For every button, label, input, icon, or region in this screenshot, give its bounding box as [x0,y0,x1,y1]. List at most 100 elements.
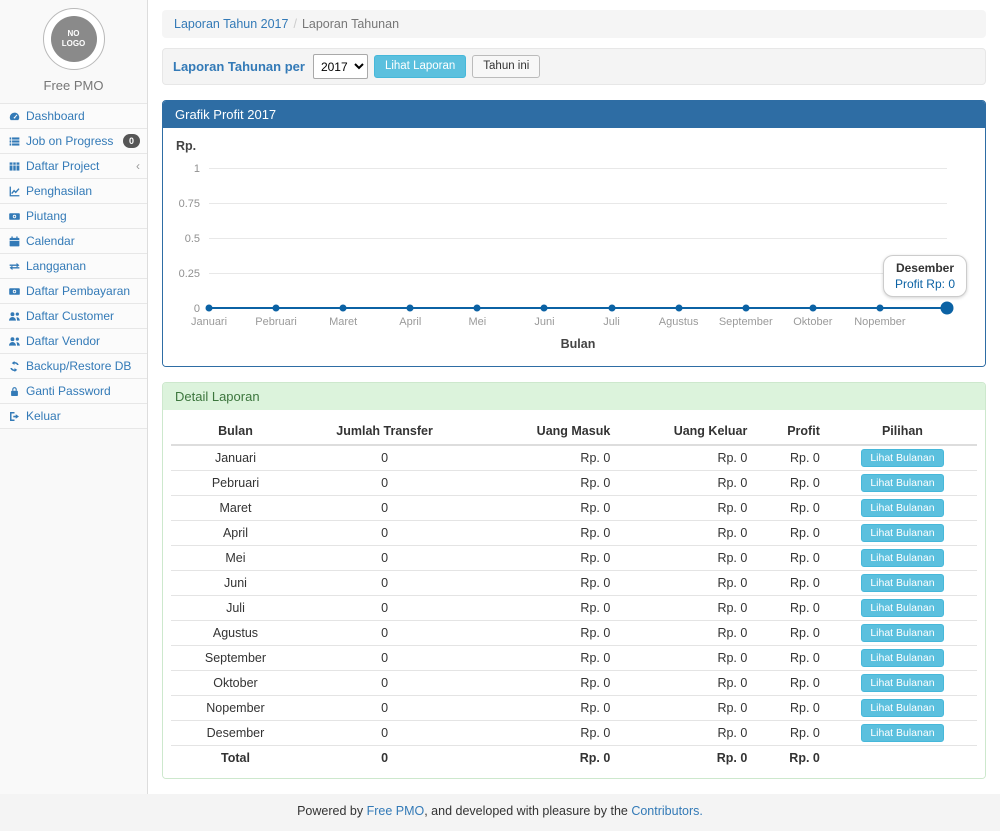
cell-uang_keluar: Rp. 0 [618,721,755,746]
profit-chart: Rp. Bulan Desember Profit Rp: 0 10.750.5… [163,128,985,366]
x-tick-label: Pebruari [255,316,297,328]
data-point-april[interactable] [407,305,414,312]
view-month-button-oktober[interactable]: Lihat Bulanan [861,674,943,692]
profit-chart-panel-title: Grafik Profit 2017 [163,101,985,128]
view-month-button-desember[interactable]: Lihat Bulanan [861,724,943,742]
sidebar-item-backup-restore-db[interactable]: Backup/Restore DB [0,354,147,379]
cell-uang_masuk: Rp. 0 [469,471,618,496]
x-tick-label: Maret [329,316,357,328]
sidebar-item-piutang[interactable]: Piutang [0,204,147,229]
sidebar-item-label: Backup/Restore DB [26,359,131,373]
footer-freepmo-link[interactable]: Free PMO [367,804,425,818]
cell-jumlah_transfer: 0 [300,671,469,696]
footer-contributors-link[interactable]: Contributors. [631,804,703,818]
data-point-agustus[interactable] [675,305,682,312]
page: NO LOGO Free PMO DashboardJob on Progres… [0,0,1000,794]
sidebar-item-daftar-customer[interactable]: Daftar Customer [0,304,147,329]
view-month-button-september[interactable]: Lihat Bulanan [861,649,943,667]
tooltip-label: Desember [895,261,955,275]
view-month-button-juli[interactable]: Lihat Bulanan [861,599,943,617]
cell-profit: Rp. 0 [755,646,828,671]
data-point-januari[interactable] [206,305,213,312]
breadcrumb-separator: / [293,17,296,31]
cell-pilihan: Lihat Bulanan [828,445,977,471]
view-month-button-januari[interactable]: Lihat Bulanan [861,449,943,467]
view-month-button-agustus[interactable]: Lihat Bulanan [861,624,943,642]
x-tick-label: Januari [191,316,227,328]
sidebar-item-penghasilan[interactable]: Penghasilan [0,179,147,204]
year-select[interactable]: 2017 [313,54,368,79]
y-tick-label: 0 [194,303,200,315]
sidebar-item-daftar-vendor[interactable]: Daftar Vendor [0,329,147,354]
sidebar-item-job-on-progress[interactable]: Job on Progress0 [0,129,147,154]
x-tick-label: Nopember [854,316,905,328]
cell-bulan: Maret [171,496,300,521]
data-point-juli[interactable] [608,305,615,312]
table-row-mei: Mei0Rp. 0Rp. 0Rp. 0Lihat Bulanan [171,546,977,571]
cell-uang_masuk: Rp. 0 [469,521,618,546]
table-icon [7,160,21,173]
cell-uang_keluar: Rp. 0 [618,471,755,496]
view-month-button-nopember[interactable]: Lihat Bulanan [861,699,943,717]
cell-pilihan: Lihat Bulanan [828,471,977,496]
data-point-nopember[interactable] [876,305,883,312]
column-header-pilihan: Pilihan [828,418,977,445]
cell-uang_masuk: Rp. 0 [469,546,618,571]
sidebar-item-label: Daftar Project [26,159,99,173]
cell-uang_keluar: Rp. 0 [618,521,755,546]
detail-report-panel: Detail Laporan BulanJumlah TransferUang … [162,382,986,779]
sidebar-item-daftar-project[interactable]: Daftar Project‹ [0,154,147,179]
table-row-juli: Juli0Rp. 0Rp. 0Rp. 0Lihat Bulanan [171,596,977,621]
sidebar-item-label: Daftar Vendor [26,334,100,348]
cell-pilihan: Lihat Bulanan [828,496,977,521]
y-tick-label: 0.5 [185,233,200,245]
money-icon [7,210,21,223]
sidebar-item-dashboard[interactable]: Dashboard [0,104,147,129]
view-month-button-maret[interactable]: Lihat Bulanan [861,499,943,517]
view-month-button-mei[interactable]: Lihat Bulanan [861,549,943,567]
breadcrumb-parent-link[interactable]: Laporan Tahun 2017 [174,17,288,31]
cell-bulan: Pebruari [171,471,300,496]
cell-jumlah_transfer: 0 [300,746,469,770]
cell-uang_masuk: Rp. 0 [469,671,618,696]
cell-pilihan: Lihat Bulanan [828,521,977,546]
data-point-oktober[interactable] [809,305,816,312]
view-month-button-pebruari[interactable]: Lihat Bulanan [861,474,943,492]
app-name: Free PMO [0,78,147,93]
table-row-april: April0Rp. 0Rp. 0Rp. 0Lihat Bulanan [171,521,977,546]
data-point-desember[interactable] [941,302,954,315]
data-point-mei[interactable] [474,305,481,312]
sidebar-item-calendar[interactable]: Calendar [0,229,147,254]
sidebar-item-ganti-password[interactable]: Ganti Password [0,379,147,404]
data-point-pebruari[interactable] [273,305,280,312]
report-toolbar: Laporan Tahunan per 2017 Lihat Laporan T… [162,48,986,85]
cell-uang_masuk: Rp. 0 [469,445,618,471]
view-month-button-april[interactable]: Lihat Bulanan [861,524,943,542]
plot-area: Bulan Desember Profit Rp: 0 10.750.50.25… [209,168,947,308]
sidebar-item-daftar-pembayaran[interactable]: Daftar Pembayaran [0,279,147,304]
column-header-jumlah-transfer: Jumlah Transfer [300,418,469,445]
cell-uang_masuk: Rp. 0 [469,596,618,621]
cell-pilihan: Lihat Bulanan [828,671,977,696]
cell-jumlah_transfer: 0 [300,621,469,646]
cell-uang_keluar: Rp. 0 [618,696,755,721]
data-point-juni[interactable] [541,305,548,312]
cell-pilihan: Lihat Bulanan [828,621,977,646]
view-report-button[interactable]: Lihat Laporan [374,55,466,79]
dashboard-icon [7,110,21,123]
detail-report-body: BulanJumlah TransferUang MasukUang Kelua… [163,410,985,778]
sidebar-item-keluar[interactable]: Keluar [0,404,147,429]
table-row-oktober: Oktober0Rp. 0Rp. 0Rp. 0Lihat Bulanan [171,671,977,696]
sidebar-item-langganan[interactable]: Langganan [0,254,147,279]
view-month-button-juni[interactable]: Lihat Bulanan [861,574,943,592]
cell-pilihan: Lihat Bulanan [828,646,977,671]
main-content: Laporan Tahun 2017/Laporan Tahunan Lapor… [148,0,1000,794]
cell-profit: Rp. 0 [755,571,828,596]
profit-series-line [209,168,947,308]
data-point-september[interactable] [742,305,749,312]
cell-profit: Rp. 0 [755,521,828,546]
data-point-maret[interactable] [340,305,347,312]
cell-jumlah_transfer: 0 [300,646,469,671]
this-year-button[interactable]: Tahun ini [472,55,540,79]
sidebar-item-label: Ganti Password [26,384,111,398]
